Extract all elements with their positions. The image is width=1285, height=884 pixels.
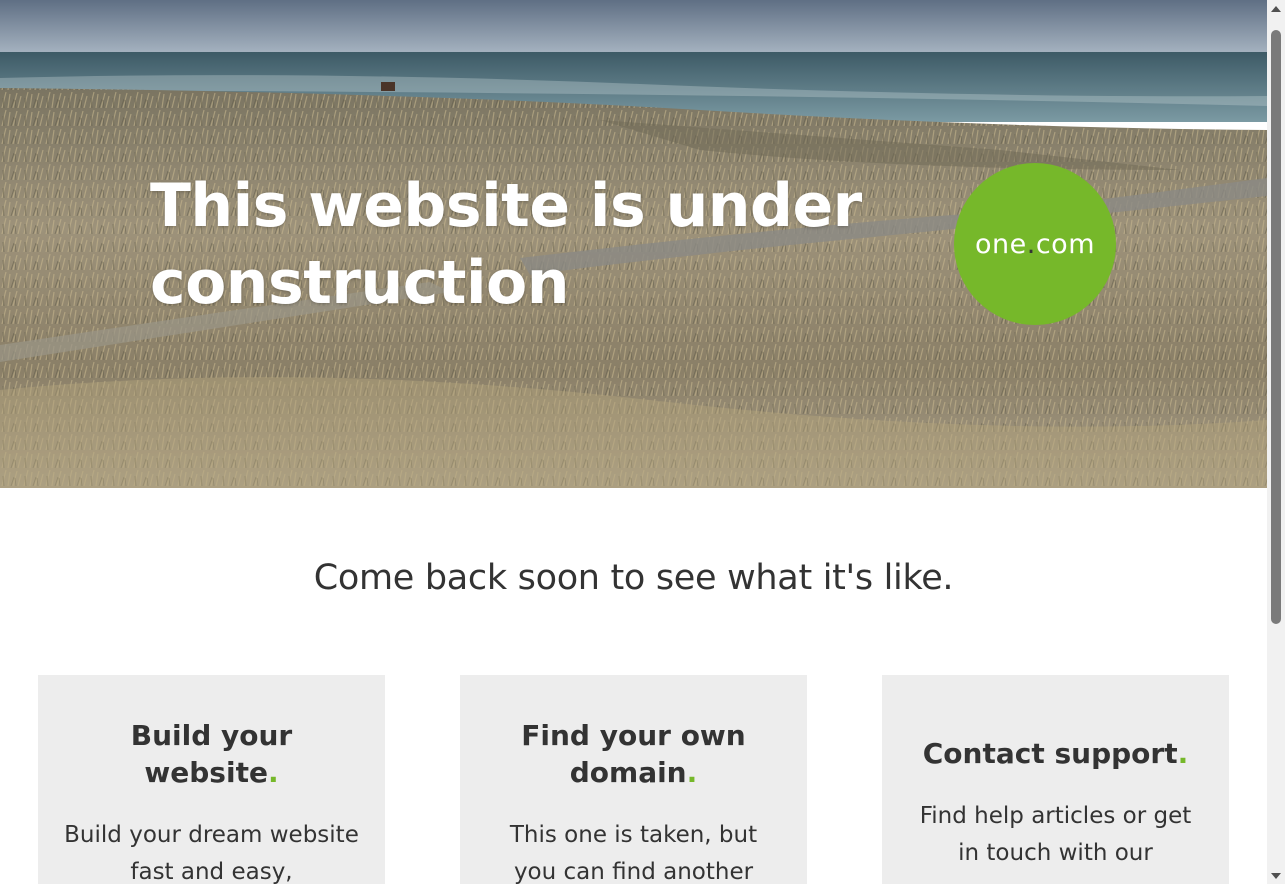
tagline: Come back soon to see what it's like. [313,558,954,598]
card-text: Build your dream website fast and easy, [64,822,359,884]
card-title: Build your website. [130,719,293,789]
card-text: This one is taken, but you can find anot… [509,822,758,884]
one-com-logo[interactable]: one.com [954,163,1116,325]
card-text: Find help articles or get in touch with … [919,803,1192,866]
find-domain-card[interactable]: Find your own domain. This one is taken,… [460,675,807,884]
page: This website is under construction one.c… [0,0,1267,884]
build-website-card[interactable]: Build your website. Build your dream web… [38,675,385,884]
scrollbar-thumb[interactable] [1271,30,1281,624]
scroll-up-arrow-icon[interactable] [1267,0,1285,17]
hero-banner: This website is under construction one.c… [0,0,1267,488]
contact-support-card[interactable]: Contact support. Find help articles or g… [882,675,1229,884]
hero-title: This website is under construction [150,171,862,318]
card-title: Find your own domain. [521,719,746,789]
card-title: Contact support. [922,737,1189,770]
logo-text: one.com [974,228,1095,260]
vertical-scrollbar[interactable] [1267,0,1285,884]
scroll-down-arrow-icon[interactable] [1267,867,1285,884]
